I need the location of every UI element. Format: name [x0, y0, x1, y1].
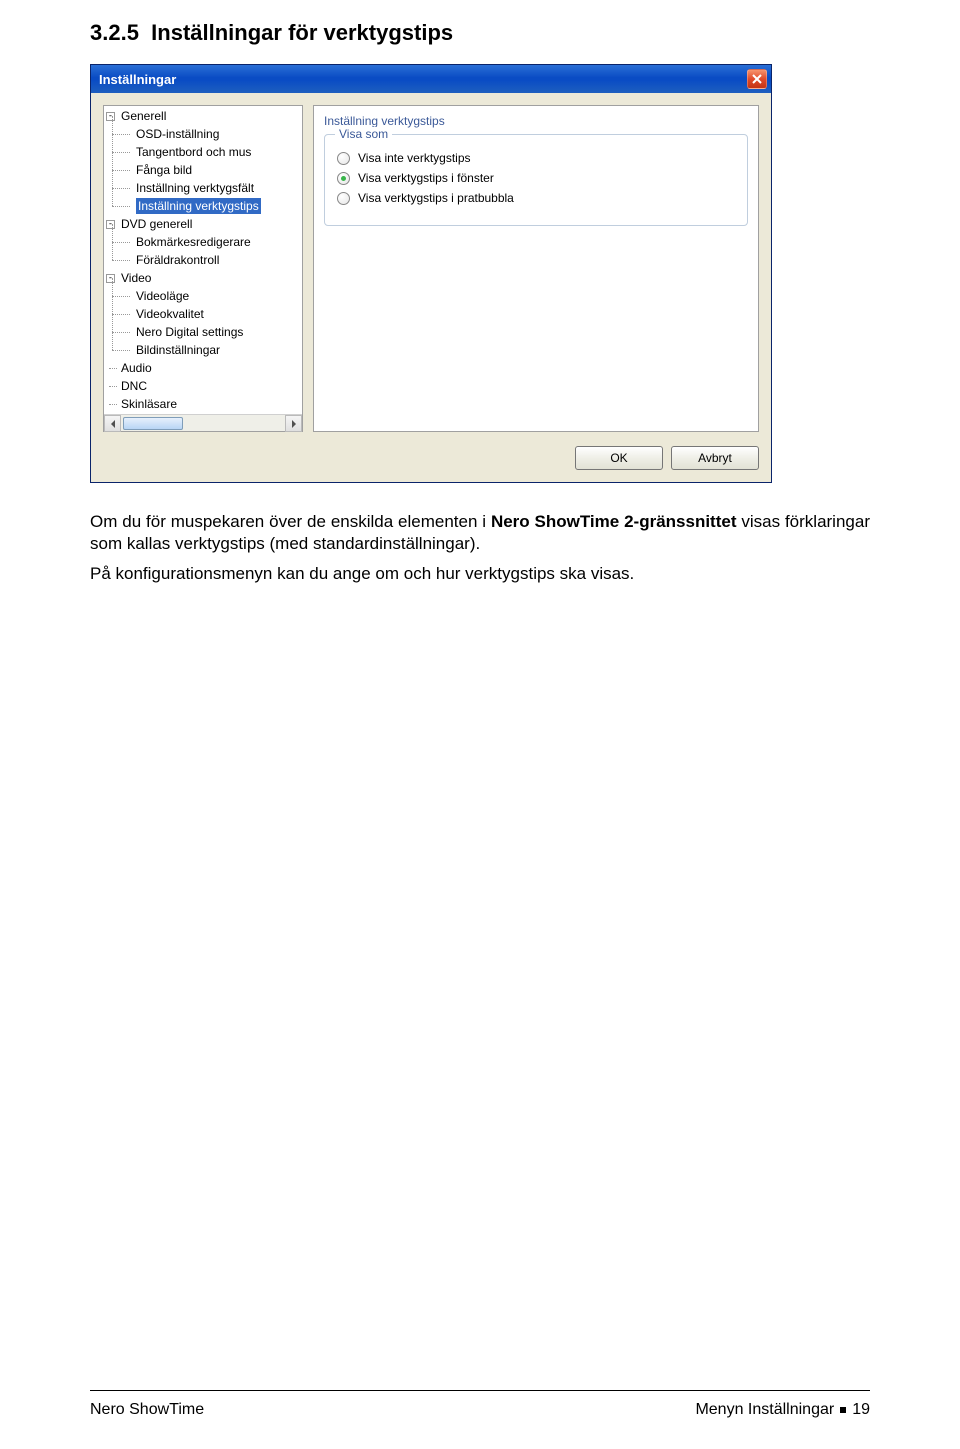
tree-toggle-icon[interactable]: -: [106, 112, 115, 121]
page-footer: Nero ShowTime Menyn Inställningar 19: [90, 1390, 870, 1419]
tree-item-label: Videoläge: [136, 288, 189, 304]
ok-button[interactable]: OK: [575, 446, 663, 470]
settings-section-title: Inställning verktygstips: [324, 114, 748, 128]
scroll-thumb[interactable]: [123, 417, 183, 430]
tree-item-label: Videokvalitet: [136, 306, 204, 322]
chevron-left-icon: [110, 420, 116, 428]
tree-item-label: OSD-inställning: [136, 126, 219, 142]
footer-left: Nero ShowTime: [90, 1401, 204, 1419]
tree-item[interactable]: OSD-inställning: [104, 125, 302, 143]
radio-label: Visa inte verktygstips: [358, 151, 471, 165]
dialog-title: Inställningar: [99, 72, 747, 87]
nav-tree[interactable]: -GenerellOSD-inställningTangentbord och …: [104, 106, 302, 414]
nav-tree-pane: -GenerellOSD-inställningTangentbord och …: [103, 105, 303, 432]
tree-item[interactable]: -DVD generell: [104, 215, 302, 233]
tree-item-label: Video: [121, 270, 151, 286]
settings-pane: Inställning verktygstips Visa som Visa i…: [313, 105, 759, 432]
dialog-footer: OK Avbryt: [91, 438, 771, 482]
radio-button-icon[interactable]: [337, 172, 350, 185]
dialog-titlebar[interactable]: Inställningar: [91, 65, 771, 93]
tree-item-label: DVD generell: [121, 216, 192, 232]
radio-option[interactable]: Visa verktygstips i pratbubbla: [337, 191, 735, 205]
tree-item[interactable]: Videoläge: [104, 287, 302, 305]
tree-item[interactable]: Audio: [104, 359, 302, 377]
scroll-right-button[interactable]: [285, 415, 302, 432]
radio-option[interactable]: Visa verktygstips i fönster: [337, 171, 735, 185]
tree-item-label: Bokmärkesredigerare: [136, 234, 251, 250]
tree-item[interactable]: Nero Digital settings: [104, 323, 302, 341]
tree-item[interactable]: Tangentbord och mus: [104, 143, 302, 161]
tree-item[interactable]: -Video: [104, 269, 302, 287]
paragraph-1: Om du för muspekaren över de enskilda el…: [90, 511, 870, 555]
section-heading: 3.2.5 Inställningar för verktygstips: [90, 20, 870, 46]
footer-chapter: Menyn Inställningar: [695, 1401, 834, 1419]
heading-number: 3.2.5: [90, 20, 139, 45]
tree-item-label: Inställning verktygsfält: [136, 180, 254, 196]
show-as-radio-group: Visa inte verktygstips Visa verktygstips …: [337, 151, 735, 205]
p1-bold: Nero ShowTime 2-gränssnittet: [491, 512, 737, 531]
tree-item[interactable]: Inställning verktygstips: [104, 197, 302, 215]
radio-button-icon[interactable]: [337, 152, 350, 165]
close-button[interactable]: [747, 69, 767, 89]
close-icon: [752, 74, 762, 84]
tree-item[interactable]: Fånga bild: [104, 161, 302, 179]
tree-item-label: Skinläsare: [121, 396, 177, 412]
tree-item-label: Föräldrakontroll: [136, 252, 219, 268]
chevron-right-icon: [291, 420, 297, 428]
ok-button-label: OK: [610, 451, 627, 465]
tree-item[interactable]: Bokmärkesredigerare: [104, 233, 302, 251]
tree-item-label: Fånga bild: [136, 162, 192, 178]
tree-item-label: Inställning verktygstips: [136, 198, 261, 214]
tree-item[interactable]: Skinläsare: [104, 395, 302, 413]
groupbox-label: Visa som: [335, 127, 392, 141]
radio-button-icon[interactable]: [337, 192, 350, 205]
tree-item[interactable]: Föräldrakontroll: [104, 251, 302, 269]
footer-right: Menyn Inställningar 19: [695, 1401, 870, 1419]
tree-item-label: Tangentbord och mus: [136, 144, 251, 160]
footer-page-number: 19: [852, 1401, 870, 1419]
show-as-groupbox: Visa som Visa inte verktygstipsVisa verk…: [324, 134, 748, 226]
radio-label: Visa verktygstips i pratbubbla: [358, 191, 514, 205]
tree-item[interactable]: DNC: [104, 377, 302, 395]
tree-item[interactable]: Videokvalitet: [104, 305, 302, 323]
p1-text-a: Om du för muspekaren över de enskilda el…: [90, 512, 491, 531]
settings-dialog: Inställningar -GenerellOSD-inställningTa…: [90, 64, 772, 483]
paragraph-2: På konfigurationsmenyn kan du ange om oc…: [90, 563, 870, 585]
scroll-left-button[interactable]: [104, 415, 121, 432]
tree-toggle-icon[interactable]: -: [106, 220, 115, 229]
tree-item[interactable]: Bildinställningar: [104, 341, 302, 359]
tree-item-label: Bildinställningar: [136, 342, 220, 358]
cancel-button[interactable]: Avbryt: [671, 446, 759, 470]
tree-horizontal-scrollbar[interactable]: [104, 414, 302, 431]
heading-title: Inställningar för verktygstips: [151, 20, 453, 45]
scroll-track[interactable]: [121, 415, 285, 431]
tree-toggle-icon[interactable]: -: [106, 274, 115, 283]
tree-item-label: Audio: [121, 360, 152, 376]
bullet-icon: [840, 1407, 846, 1413]
dialog-body: -GenerellOSD-inställningTangentbord och …: [91, 93, 771, 438]
radio-option[interactable]: Visa inte verktygstips: [337, 151, 735, 165]
tree-item-label: Nero Digital settings: [136, 324, 243, 340]
tree-item-label: Generell: [121, 108, 166, 124]
radio-label: Visa verktygstips i fönster: [358, 171, 494, 185]
tree-item-label: DNC: [121, 378, 147, 394]
tree-item[interactable]: Inställning verktygsfält: [104, 179, 302, 197]
tree-item[interactable]: -Generell: [104, 107, 302, 125]
cancel-button-label: Avbryt: [698, 451, 732, 465]
